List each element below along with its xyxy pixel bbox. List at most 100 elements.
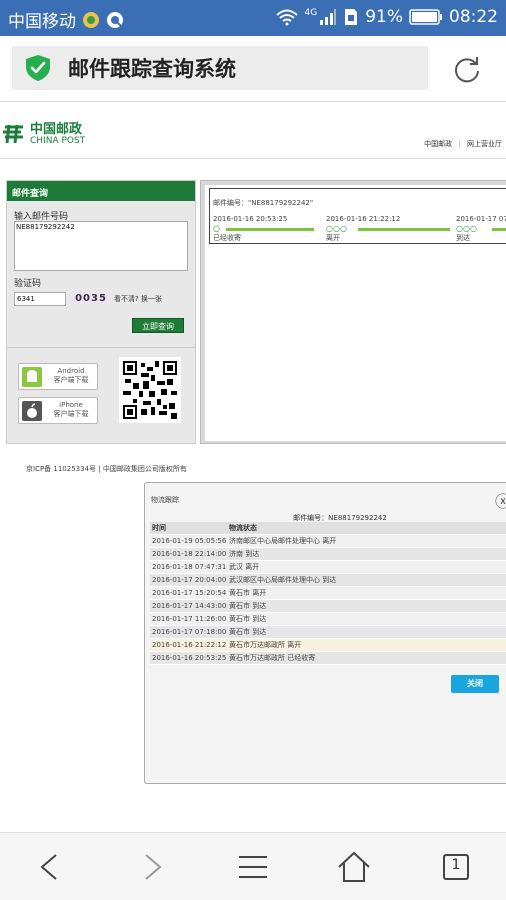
col-status-header: 物流状态 <box>229 524 257 532</box>
track-arrow <box>226 228 314 231</box>
panel-divider <box>7 347 195 348</box>
browser-address-bar: 邮件跟踪查询系统 <box>0 36 506 102</box>
row-status: 黄石市 到达 <box>229 602 267 610</box>
tabs-button[interactable]: 1 <box>436 849 476 885</box>
android-icon <box>22 367 42 387</box>
row-time: 2016-01-17 20:04:00 <box>152 576 227 584</box>
track-step-status: 离开 <box>326 234 340 242</box>
table-row: 2016-01-16 20:53:25 黄石市万达邮政所 已经收寄 <box>150 652 506 665</box>
iphone-label: iPhone <box>59 401 83 409</box>
apple-icon <box>22 401 42 421</box>
iphone-download-button[interactable]: iPhone 客户端下载 <box>18 397 98 424</box>
row-time: 2016-01-17 15:20:54 <box>152 589 227 597</box>
tracking-mail-number: 邮件编号："NE88179292242" <box>213 199 314 207</box>
table-row: 2016-01-16 21:22:12 黄石市万达邮政所 离开 <box>150 639 506 652</box>
row-time: 2016-01-17 07:18:00 <box>152 628 227 636</box>
table-row: 2016-01-18 22:14:00 济南 到达 <box>150 548 506 561</box>
icp-footer: 京ICP备 11025334号 | 中国邮政集团公司版权所有 <box>26 465 187 473</box>
query-panel: 邮件查询 输入邮件号码 NE88179292242 验证码 6341 0035 … <box>6 180 196 444</box>
secure-shield-icon <box>26 55 50 81</box>
popup-close-icon[interactable]: ⓧ <box>495 488 506 512</box>
row-status: 黄石市万达邮政所 已经收寄 <box>229 654 316 662</box>
page-title: 邮件跟踪查询系统 <box>68 57 236 81</box>
captcha-label: 验证码 <box>14 279 42 289</box>
link-separator: | <box>458 140 461 148</box>
query-button[interactable]: 立即查询 <box>132 318 184 333</box>
row-time: 2016-01-17 14:43:00 <box>152 602 227 610</box>
captcha-refresh-link[interactable]: 看不清? 换一张 <box>114 294 162 304</box>
url-field[interactable]: 邮件跟踪查询系统 <box>12 46 428 90</box>
logistics-table: 时间 物流状态 2016-01-19 05:05:56 济南邮区中心局邮件处理中心… <box>150 522 506 665</box>
tab-count: 1 <box>451 857 461 873</box>
browser-notification-icon <box>107 11 123 28</box>
track-arrow <box>358 228 450 231</box>
logistics-popup: 物流跟踪 ⓧ 邮件编号：NE88179292242 时间 物流状态 2016-0… <box>144 482 506 784</box>
network-type-label: 4G <box>304 8 318 18</box>
row-time: 2016-01-18 07:47:31 <box>152 563 227 571</box>
battery-icon <box>409 9 442 25</box>
track-step-status: 已经收寄 <box>213 234 241 242</box>
query-panel-title: 邮件查询 <box>7 181 195 201</box>
app-notification-icon <box>83 11 99 28</box>
link-online-hall[interactable]: 网上营业厅 <box>467 140 502 148</box>
popup-close-button[interactable]: 关闭 <box>451 675 499 693</box>
table-row: 2016-01-19 05:05:56 济南邮区中心局邮件处理中心 离开 <box>150 535 506 548</box>
row-time: 2016-01-19 05:05:56 <box>152 537 227 545</box>
battery-percent: 91% <box>365 7 403 27</box>
captcha-input[interactable]: 6341 <box>14 292 66 306</box>
header-divider <box>0 158 506 159</box>
china-post-emblem-icon <box>3 124 23 144</box>
logo-chinese-text: 中国邮政 <box>30 121 83 137</box>
row-status: 黄石市 到达 <box>229 628 267 636</box>
clock: 08:22 <box>449 7 498 27</box>
link-china-post[interactable]: 中国邮政 <box>424 140 452 148</box>
menu-icon[interactable] <box>233 849 273 885</box>
row-status: 黄石市 离开 <box>229 589 267 597</box>
popup-title: 物流跟踪 <box>151 496 179 504</box>
mail-number-input[interactable]: NE88179292242 <box>14 221 188 271</box>
table-row: 2016-01-17 07:18:00 黄石市 到达 <box>150 626 506 639</box>
row-status: 济南 到达 <box>229 550 260 558</box>
status-bar: 中国移动 4G 91% 08:22 <box>0 0 506 36</box>
track-arrow <box>492 228 506 231</box>
row-time: 2016-01-16 21:22:12 <box>152 641 227 649</box>
row-time: 2016-01-18 22:14:00 <box>152 550 227 558</box>
top-links: 中国邮政 | 网上营业厅 <box>424 139 502 149</box>
table-row: 2016-01-17 11:26:00 黄石市 到达 <box>150 613 506 626</box>
logo-english-text: CHINA POST <box>30 135 86 146</box>
track-step-time: 2016-01-16 20:53:25 <box>213 215 288 223</box>
row-status: 武汉邮区中心局邮件处理中心 到达 <box>229 576 337 584</box>
col-time-header: 时间 <box>152 524 166 532</box>
tracking-summary: 邮件编号："NE88179292242" 2016-01-16 20:53:25… <box>209 188 506 244</box>
table-row: 2016-01-17 14:43:00 黄石市 到达 <box>150 600 506 613</box>
android-download-button[interactable]: Android 客户端下载 <box>18 363 98 390</box>
back-icon[interactable] <box>30 849 70 885</box>
carrier-label: 中国移动 <box>8 12 76 32</box>
tracking-result-panel: 邮件编号："NE88179292242" 2016-01-16 20:53:25… <box>200 180 506 444</box>
sim-icon <box>345 9 358 25</box>
android-sublabel: 客户端下载 <box>53 376 89 384</box>
qr-code <box>119 357 181 423</box>
signal-icon <box>320 9 337 25</box>
china-post-logo[interactable]: 中国邮政 CHINA POST <box>2 122 85 146</box>
table-header: 时间 物流状态 <box>150 522 506 535</box>
reload-icon[interactable] <box>452 54 482 84</box>
table-row: 2016-01-18 07:47:31 武汉 离开 <box>150 561 506 574</box>
row-status: 黄石市 到达 <box>229 615 267 623</box>
row-status: 济南邮区中心局邮件处理中心 离开 <box>229 537 337 545</box>
iphone-sublabel: 客户端下载 <box>53 410 89 418</box>
android-label: Android <box>57 367 85 375</box>
row-status: 武汉 离开 <box>229 563 260 571</box>
forward-icon[interactable] <box>132 849 172 885</box>
table-row: 2016-01-17 20:04:00 武汉邮区中心局邮件处理中心 到达 <box>150 574 506 587</box>
track-step-status: 到达 <box>456 234 470 242</box>
browser-nav-bar: 1 <box>0 832 506 900</box>
home-icon[interactable] <box>334 849 374 885</box>
track-step-time: 2016-01-16 21:22:12 <box>326 215 401 223</box>
captcha-image[interactable]: 0035 <box>73 293 109 305</box>
wifi-icon <box>275 9 298 26</box>
row-status: 黄石市万达邮政所 离开 <box>229 641 302 649</box>
row-time: 2016-01-17 11:26:00 <box>152 615 227 623</box>
web-page: 中国邮政 CHINA POST 中国邮政 | 网上营业厅 邮件查询 输入邮件号码… <box>0 102 506 832</box>
row-time: 2016-01-16 20:53:25 <box>152 654 227 662</box>
